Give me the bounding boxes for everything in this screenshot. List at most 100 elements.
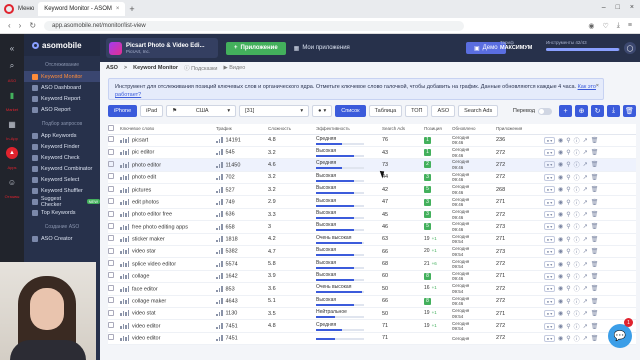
nav-item-top-keywords[interactable]: Top Keywords [24, 207, 100, 218]
app-selector[interactable]: Picsart Photo & Video Edi... PicsArt, In… [106, 38, 218, 58]
trend-bars-icon[interactable] [120, 285, 129, 292]
eye-icon[interactable]: ◉ [558, 236, 563, 243]
trash-icon[interactable]: 🗑 [591, 161, 599, 168]
row-checkbox[interactable] [108, 322, 114, 329]
trend-bars-icon[interactable] [120, 198, 129, 205]
row-checkbox[interactable] [108, 284, 114, 291]
nav-item-app-keywords[interactable]: App Keywords [24, 130, 100, 141]
link-icon[interactable]: ↗ [583, 199, 588, 206]
trend-bars-icon[interactable] [120, 322, 129, 329]
color-tag-select[interactable]: ● ▾ [544, 334, 555, 342]
opera-logo-icon[interactable] [4, 4, 14, 14]
row-checkbox[interactable] [108, 185, 114, 192]
trash-icon[interactable]: 🗑 [591, 273, 599, 280]
trash-icon[interactable]: 🗑 [591, 137, 599, 144]
row-checkbox[interactable] [108, 136, 114, 143]
info-icon[interactable]: ⓘ [574, 272, 580, 281]
search-ads-tab[interactable]: Search Ads [458, 105, 499, 117]
keyword-cell[interactable]: video stat [120, 307, 216, 321]
list-view-tab[interactable]: Список [335, 105, 366, 117]
download-icon[interactable]: ⤓ [617, 22, 620, 30]
pin-icon[interactable]: ⚲ [566, 310, 570, 317]
delete-button[interactable]: 🗑 [623, 105, 636, 117]
row-checkbox[interactable] [108, 210, 114, 217]
row-checkbox-cell[interactable] [108, 319, 120, 333]
col-position[interactable]: Позиция [424, 124, 452, 135]
my-apps-link[interactable]: ▦ Мои приложения [294, 45, 350, 52]
color-tag-select[interactable]: ● ▾ [544, 198, 555, 206]
pin-icon[interactable]: ⚲ [566, 199, 570, 206]
trash-icon[interactable]: 🗑 [591, 223, 599, 230]
info-icon[interactable]: ⓘ [574, 222, 580, 231]
trend-bars-icon[interactable] [120, 186, 129, 193]
trash-icon[interactable]: 🗑 [591, 211, 599, 218]
ipad-tab[interactable]: iPad [140, 105, 164, 117]
eye-icon[interactable]: ◉ [558, 335, 563, 342]
nav-item-aso-dashboard[interactable]: ASO Dashboard [24, 82, 100, 93]
trend-bars-icon[interactable] [120, 223, 129, 230]
row-checkbox-cell[interactable] [108, 171, 120, 185]
trash-icon[interactable]: 🗑 [591, 285, 599, 292]
refresh-button[interactable]: ↻ [591, 105, 604, 117]
keyword-cell[interactable]: video star [120, 245, 216, 259]
add-keyword-button[interactable]: + [559, 105, 572, 117]
minimize-icon[interactable]: – [602, 4, 606, 11]
tariff-info[interactable]: Тариф МАКСИМУМ [500, 40, 532, 51]
back-icon[interactable]: ‹ [8, 21, 11, 30]
nav-item-keyword-select[interactable]: Keyword Select [24, 174, 100, 185]
pin-icon[interactable]: ⚲ [566, 261, 570, 268]
maximize-icon[interactable]: □ [616, 4, 620, 11]
row-checkbox[interactable] [108, 222, 114, 229]
pin-icon[interactable]: ⚲ [566, 174, 570, 181]
eye-icon[interactable]: ◉ [558, 211, 563, 218]
nav-item-keyword-finder[interactable]: Keyword Finder [24, 141, 100, 152]
col-efficiency[interactable]: Эффективность [316, 124, 382, 135]
heart-icon[interactable]: ♡ [603, 22, 609, 30]
keyword-cell[interactable]: video editor [120, 332, 216, 346]
close-window-icon[interactable]: × [630, 4, 634, 11]
pin-icon[interactable]: ⚲ [566, 236, 570, 243]
color-tag-select[interactable]: ● ▾ [544, 223, 555, 231]
pin-icon[interactable]: ⚲ [566, 285, 570, 292]
table-row[interactable]: collage maker 4643 5.1 Высокая 66 8 Сегодня 09:… [108, 295, 636, 308]
trash-icon[interactable]: 🗑 [591, 149, 599, 156]
table-row[interactable]: video stat 1130 3.5 Нейтральное 50 19 +1 Сегодн… [108, 307, 636, 321]
trash-icon[interactable]: 🗑 [591, 236, 599, 243]
nav-item-keyword-monitor[interactable]: Keyword Monitor [24, 71, 100, 82]
keyword-cell[interactable]: sticker maker [120, 233, 216, 247]
col-difficulty[interactable]: Сложность [268, 124, 316, 135]
color-tag-select[interactable]: ● ▾ [544, 136, 555, 144]
keyword-cell[interactable]: video editor [120, 319, 216, 333]
col-keyword[interactable]: Ключевое слово [120, 124, 216, 135]
pin-icon[interactable]: ⚲ [566, 273, 570, 280]
color-tag-select[interactable]: ● ▾ [544, 211, 555, 219]
info-icon[interactable]: ⓘ [574, 260, 580, 269]
info-icon[interactable]: ⓘ [574, 210, 580, 219]
keyword-cell[interactable]: photo editor [120, 158, 216, 172]
eye-icon[interactable]: ◉ [558, 174, 563, 181]
iphone-tab[interactable]: iPhone [108, 105, 138, 117]
link-icon[interactable]: ↗ [583, 248, 588, 255]
eye-icon[interactable]: ◉ [558, 261, 563, 268]
pin-icon[interactable]: ⚲ [566, 223, 570, 230]
trash-icon[interactable]: 🗑 [591, 199, 599, 206]
trend-bars-icon[interactable] [120, 335, 129, 342]
color-tag-select[interactable]: ● ▾ [544, 285, 555, 293]
nav-item-aso-creator[interactable]: ASO Creator [24, 233, 100, 244]
eye-icon[interactable]: ◉ [558, 298, 563, 305]
trash-icon[interactable]: 🗑 [591, 323, 599, 330]
color-tag-select[interactable]: ● ▾ [544, 297, 555, 305]
translate-toggle[interactable]: Перевод [513, 107, 552, 115]
row-checkbox-cell[interactable] [108, 183, 120, 197]
trend-bars-icon[interactable] [120, 236, 129, 243]
new-tab-icon[interactable]: + [129, 4, 134, 14]
download-button[interactable]: ⤓ [607, 105, 620, 117]
row-checkbox-cell[interactable] [108, 307, 120, 321]
chart-icon[interactable]: ▮ [6, 89, 18, 101]
row-checkbox[interactable] [108, 160, 114, 167]
info-icon[interactable]: ⓘ [574, 322, 580, 331]
link-icon[interactable]: ↗ [583, 335, 588, 342]
pin-icon[interactable]: ⚲ [566, 186, 570, 193]
row-checkbox-cell[interactable] [108, 134, 120, 147]
close-banner-icon[interactable]: × [596, 82, 599, 90]
